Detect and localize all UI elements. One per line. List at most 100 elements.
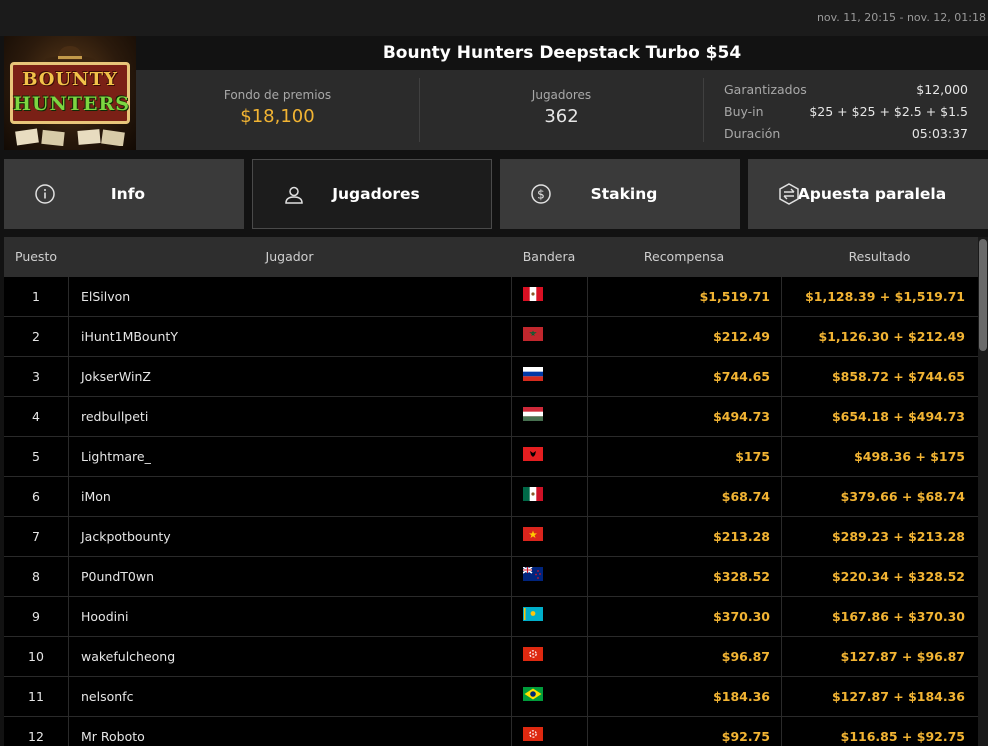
rank-cell: 12 <box>28 729 44 744</box>
player-name-cell[interactable]: wakefulcheong <box>81 637 501 677</box>
guaranteed-row: Garantizados $12,000 <box>724 79 968 101</box>
table-row[interactable]: 3 JokserWinZ $744.65 $858.72 + $744.65 <box>4 357 978 397</box>
column-divider <box>68 357 69 397</box>
user-icon <box>285 186 303 204</box>
reward-cell: $744.65 <box>713 369 770 384</box>
result-cell: $127.87 + $96.87 <box>840 649 965 664</box>
column-header-result[interactable]: Resultado <box>781 237 978 277</box>
albania-flag-icon <box>523 447 543 461</box>
brazil-flag-icon <box>523 687 543 701</box>
reward-cell: $212.49 <box>713 329 770 344</box>
tab-info[interactable]: Info <box>4 159 244 229</box>
prize-pool-value: $18,100 <box>240 106 315 127</box>
buyin-value: $25 + $25 + $2.5 + $1.5 <box>809 104 968 119</box>
dollar-coin-icon: $ <box>531 184 551 204</box>
player-name-cell[interactable]: Hoodini <box>81 597 501 637</box>
rank-cell: 6 <box>32 489 40 504</box>
column-header-flag[interactable]: Bandera <box>511 237 587 277</box>
result-cell: $498.36 + $175 <box>854 449 965 464</box>
players-stat: Jugadores 362 <box>420 70 703 150</box>
tournament-details: Garantizados $12,000 Buy-in $25 + $25 + … <box>704 70 988 150</box>
rank-cell: 2 <box>32 329 40 344</box>
rank-cell: 10 <box>28 649 44 664</box>
table-scrollbar[interactable] <box>978 237 988 746</box>
player-name-cell[interactable]: iMon <box>81 477 501 517</box>
column-divider <box>68 437 69 477</box>
flag-cell <box>511 277 587 317</box>
column-divider <box>68 317 69 357</box>
player-name-cell[interactable]: P0undT0wn <box>81 557 501 597</box>
logo-text-hunters: HUNTERS <box>13 93 131 115</box>
new-zealand-flag-icon <box>523 567 543 581</box>
buyin-row: Buy-in $25 + $25 + $2.5 + $1.5 <box>724 101 968 123</box>
tab-staking[interactable]: $ Staking <box>500 159 740 229</box>
player-name-cell[interactable]: JokserWinZ <box>81 357 501 397</box>
vietnam-flag-icon <box>523 527 543 541</box>
morocco-flag-icon <box>523 327 543 341</box>
scrollbar-thumb[interactable] <box>979 239 987 351</box>
table-row[interactable]: 9 Hoodini $370.30 $167.86 + $370.30 <box>4 597 978 637</box>
table-row[interactable]: 6 iMon $68.74 $379.66 + $68.74 <box>4 477 978 517</box>
column-header-reward[interactable]: Recompensa <box>587 237 781 277</box>
guaranteed-value: $12,000 <box>916 82 968 97</box>
result-cell: $127.87 + $184.36 <box>831 689 965 704</box>
buyin-label: Buy-in <box>724 104 764 119</box>
player-name-cell[interactable]: Lightmare_ <box>81 437 501 477</box>
reward-cell: $96.87 <box>721 649 770 664</box>
hungary-flag-icon <box>523 407 543 421</box>
column-divider <box>68 517 69 557</box>
table-row[interactable]: 5 Lightmare_ $175 $498.36 + $175 <box>4 437 978 477</box>
column-divider <box>68 477 69 517</box>
result-cell: $167.86 + $370.30 <box>831 609 965 624</box>
column-divider <box>68 637 69 677</box>
table-row[interactable]: 11 nelsonfc $184.36 $127.87 + $184.36 <box>4 677 978 717</box>
table-header: Puesto Jugador Bandera Recompensa Result… <box>4 237 978 277</box>
player-name-cell[interactable]: nelsonfc <box>81 677 501 717</box>
column-header-rank[interactable]: Puesto <box>4 237 68 277</box>
flag-cell <box>511 437 587 477</box>
result-cell: $1,126.30 + $212.49 <box>818 329 966 344</box>
player-name-cell[interactable]: ElSilvon <box>81 277 501 317</box>
side-bet-icon <box>779 183 799 205</box>
player-name-cell[interactable]: iHunt1MBountY <box>81 317 501 357</box>
duration-label: Duración <box>724 126 781 141</box>
prize-pool-label: Fondo de premios <box>223 88 332 102</box>
tab-side-bet[interactable]: Apuesta paralela <box>748 159 988 229</box>
table-row[interactable]: 1 ElSilvon $1,519.71 $1,128.39 + $1,519.71 <box>4 277 978 317</box>
table-row[interactable]: 2 iHunt1MBountY $212.49 $1,126.30 + $212.49 <box>4 317 978 357</box>
reward-cell: $1,519.71 <box>699 289 770 304</box>
column-divider <box>68 557 69 597</box>
table-row[interactable]: 12 Mr Roboto $92.75 $116.85 + $92.75 <box>4 717 978 746</box>
table-row[interactable]: 10 wakefulcheong $96.87 $127.87 + $96.87 <box>4 637 978 677</box>
duration-value: 05:03:37 <box>911 126 968 141</box>
table-row[interactable]: 4 redbullpeti $494.73 $654.18 + $494.73 <box>4 397 978 437</box>
hong-kong-flag-icon <box>523 647 543 661</box>
player-name-cell[interactable]: Mr Roboto <box>81 717 501 746</box>
playing-cards-icon <box>15 128 125 146</box>
cowboy-hat-icon <box>45 46 95 64</box>
table-row[interactable]: 7 Jackpotbounty $213.28 $289.23 + $213.28 <box>4 517 978 557</box>
flag-cell <box>511 557 587 597</box>
players-table: Puesto Jugador Bandera Recompensa Result… <box>4 237 978 746</box>
flag-cell <box>511 637 587 677</box>
tournament-title: Bounty Hunters Deepstack Turbo $54 <box>382 43 742 63</box>
column-header-player[interactable]: Jugador <box>68 237 511 277</box>
date-range: nov. 11, 20:15 - nov. 12, 01:18 <box>816 11 986 24</box>
reward-cell: $328.52 <box>713 569 770 584</box>
flag-cell <box>511 517 587 557</box>
column-divider <box>68 277 69 317</box>
stats-panel: Fondo de premios $18,100 Jugadores 362 G… <box>136 70 988 150</box>
peru-flag-icon <box>523 287 543 301</box>
logo-plate: BOUNTY HUNTERS <box>10 62 130 124</box>
player-name-cell[interactable]: Jackpotbounty <box>81 517 501 557</box>
players-value: 362 <box>544 106 579 127</box>
player-name-cell[interactable]: redbullpeti <box>81 397 501 437</box>
tab-players[interactable]: Jugadores <box>252 159 492 229</box>
flag-cell <box>511 677 587 717</box>
flag-cell <box>511 717 587 746</box>
column-divider <box>68 717 69 746</box>
rank-cell: 5 <box>32 449 40 464</box>
column-divider <box>68 397 69 437</box>
table-row[interactable]: 8 P0undT0wn $328.52 $220.34 + $328.52 <box>4 557 978 597</box>
result-cell: $289.23 + $213.28 <box>831 529 965 544</box>
